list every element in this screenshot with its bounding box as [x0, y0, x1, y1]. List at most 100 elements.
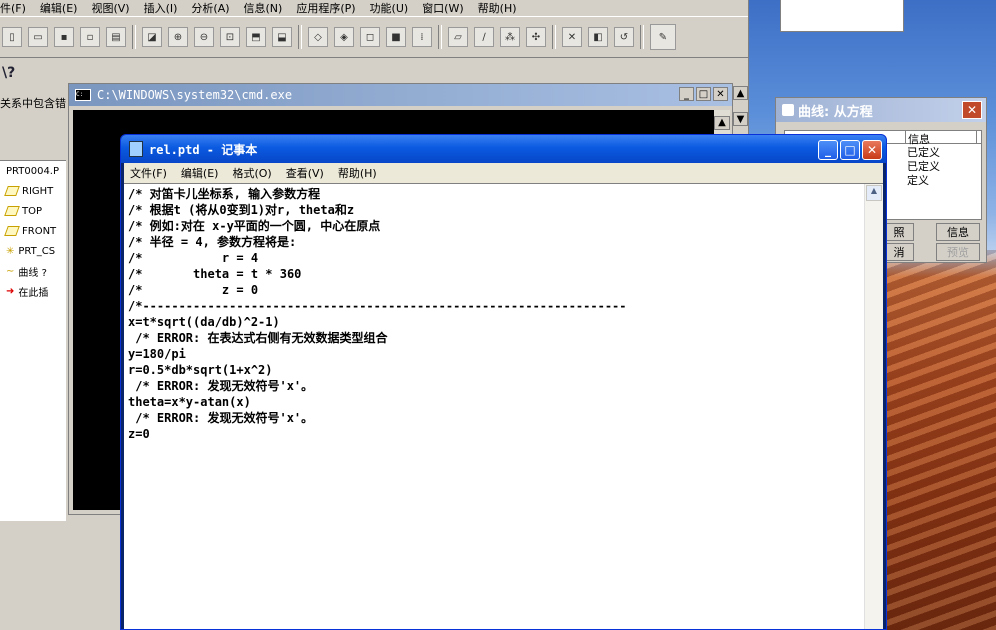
save-copy-icon[interactable]: ▫ — [80, 27, 100, 47]
text-line: /*--------------------------------------… — [128, 299, 627, 313]
proe-menu-view[interactable]: 视图(V) — [91, 0, 129, 16]
wireframe-icon[interactable]: ◇ — [308, 27, 328, 47]
reference-button[interactable]: 照 — [884, 223, 914, 241]
notepad-editor[interactable]: /* 对笛卡儿坐标系, 输入参数方程 /* 根据t (将从0变到1)对r, the… — [124, 183, 883, 629]
text-line: /* 半径 = 4, 参数方程将是: — [128, 235, 297, 249]
hidden-line-icon[interactable]: ◈ — [334, 27, 354, 47]
text-line: /* 根据t (将从0变到1)对r, theta和z — [128, 203, 355, 217]
redraw-icon[interactable]: ◪ — [142, 27, 162, 47]
new-file-icon[interactable]: ▯ — [2, 27, 22, 47]
toolbar-separator — [298, 25, 302, 49]
zoom-in-icon[interactable]: ⊕ — [168, 27, 188, 47]
shading-icon[interactable]: ■ — [386, 27, 406, 47]
print-icon[interactable]: ▤ — [106, 27, 126, 47]
maximize-icon[interactable]: □ — [840, 140, 860, 160]
model-tree-icon[interactable]: ⁞ — [412, 27, 432, 47]
curve-dialog-titlebar[interactable]: 曲线: 从方程 — [776, 98, 986, 122]
save-icon[interactable]: ▪ — [54, 27, 74, 47]
orient-icon[interactable]: ⬒ — [246, 27, 266, 47]
proe-menu-file[interactable]: 件(F) — [0, 0, 26, 16]
text-line: r=0.5*db*sqrt(1+x^2) — [128, 363, 273, 377]
zoom-out-icon[interactable]: ⊖ — [194, 27, 214, 47]
tree-item[interactable]: PRT0004.P — [0, 161, 66, 181]
scroll-up-icon[interactable]: ▲ — [866, 185, 882, 201]
cmd-window-buttons: _ □ ✕ — [679, 87, 728, 101]
cmd-icon: C: — [75, 89, 91, 101]
tree-item[interactable]: ∼ 曲线 ? — [0, 261, 66, 281]
saved-views-icon[interactable]: ⬓ — [272, 27, 292, 47]
close-icon[interactable]: ✕ — [962, 101, 982, 119]
cmd-titlebar[interactable]: C: C:\WINDOWS\system32\cmd.exe — [69, 84, 732, 106]
menu-view[interactable]: 查看(V) — [286, 165, 324, 181]
scroll-down-icon[interactable]: ▼ — [733, 112, 748, 126]
menu-help[interactable]: 帮助(H) — [338, 165, 377, 181]
proe-menu-applications[interactable]: 应用程序(P) — [296, 0, 355, 16]
minimize-icon[interactable]: _ — [679, 87, 694, 101]
datum-csys-icon[interactable]: ✣ — [526, 27, 546, 47]
minimize-icon[interactable]: _ — [818, 140, 838, 160]
tree-item[interactable]: ✳ PRT_CS — [0, 241, 66, 261]
spin-center-icon[interactable]: ✕ — [562, 27, 582, 47]
text-line: /* z = 0 — [128, 283, 259, 297]
notepad-scrollbar[interactable]: ▲ — [864, 184, 883, 629]
notepad-menubar: 文件(F) 编辑(E) 格式(O) 查看(V) 帮助(H) — [124, 163, 883, 184]
text-line: /* 对笛卡儿坐标系, 输入参数方程 — [128, 187, 321, 201]
whats-this-icon[interactable]: ↺ — [614, 27, 634, 47]
notepad-icon — [129, 141, 143, 157]
tree-item[interactable]: FRONT — [0, 221, 66, 241]
datum-plane-icon — [4, 186, 20, 196]
curve-dialog-icon — [782, 104, 794, 116]
proe-menu-utilities[interactable]: 功能(U) — [370, 0, 409, 16]
tree-item-label: 在此插 — [18, 287, 49, 299]
notepad-window-buttons: _ □ ✕ — [818, 140, 882, 160]
datum-plane-icon — [4, 206, 20, 216]
cancel-button[interactable]: 消 — [884, 243, 914, 261]
cmd-title: C:\WINDOWS\system32\cmd.exe — [97, 88, 293, 102]
close-icon[interactable]: ✕ — [713, 87, 728, 101]
notepad-titlebar[interactable]: rel.ptd - 记事本 — [121, 135, 886, 163]
csys-icon: ✳ — [6, 245, 15, 257]
editor-text[interactable]: /* 对笛卡儿坐标系, 输入参数方程 /* 根据t (将从0变到1)对r, the… — [128, 186, 863, 629]
curve-icon: ∼ — [6, 265, 15, 277]
toolbar-separator — [640, 25, 644, 49]
info-button[interactable]: 信息 — [936, 223, 980, 241]
relation-error-message: 关系中包含错 — [0, 97, 66, 110]
notepad-title: rel.ptd - 记事本 — [149, 142, 258, 157]
toolbar-separator — [552, 25, 556, 49]
text-line: z=0 — [128, 427, 150, 441]
tree-item-label: FRONT — [22, 225, 57, 237]
tree-item[interactable]: TOP — [0, 201, 66, 221]
datum-axis-icon[interactable]: ∕ — [474, 27, 494, 47]
list-header-info: 信息 — [906, 131, 977, 146]
menu-file[interactable]: 文件(F) — [130, 165, 167, 181]
scroll-up-icon[interactable]: ▲ — [714, 115, 730, 130]
context-help-icon[interactable]: \? — [2, 65, 15, 81]
open-folder-icon[interactable]: ▭ — [28, 27, 48, 47]
proe-menu-insert[interactable]: 插入(I) — [144, 0, 178, 16]
datum-point-icon[interactable]: ⁂ — [500, 27, 520, 47]
scroll-up-icon[interactable]: ▲ — [733, 86, 748, 100]
menu-edit[interactable]: 编辑(E) — [181, 165, 219, 181]
top-right-panel — [780, 0, 904, 32]
datum-plane-icon — [4, 226, 20, 236]
tree-item[interactable]: ➜ 在此插 — [0, 281, 66, 301]
select-icon[interactable]: ◧ — [588, 27, 608, 47]
proe-menu-analysis[interactable]: 分析(A) — [191, 0, 229, 16]
text-line: theta=x*y-atan(x) — [128, 395, 251, 409]
proe-menu-edit[interactable]: 编辑(E) — [40, 0, 78, 16]
datum-plane-icon[interactable]: ▱ — [448, 27, 468, 47]
maximize-icon[interactable]: □ — [696, 87, 711, 101]
tree-item-label: PRT_CS — [18, 245, 56, 257]
preview-button[interactable]: 预览 — [936, 243, 980, 261]
text-line: /* ERROR: 发现无效符号'x'。 — [128, 411, 314, 425]
proe-menu-help[interactable]: 帮助(H) — [478, 0, 517, 16]
zoom-fit-icon[interactable]: ⊡ — [220, 27, 240, 47]
proe-menu-info[interactable]: 信息(N) — [244, 0, 283, 16]
proe-menu-window[interactable]: 窗口(W) — [422, 0, 463, 16]
sketch-pen-icon[interactable]: ✎ — [650, 24, 676, 50]
no-hidden-icon[interactable]: ◻ — [360, 27, 380, 47]
text-line: /* ERROR: 在表达式右侧有无效数据类型组合 — [128, 331, 388, 345]
tree-item[interactable]: RIGHT — [0, 181, 66, 201]
menu-format[interactable]: 格式(O) — [232, 165, 271, 181]
close-icon[interactable]: ✕ — [862, 140, 882, 160]
